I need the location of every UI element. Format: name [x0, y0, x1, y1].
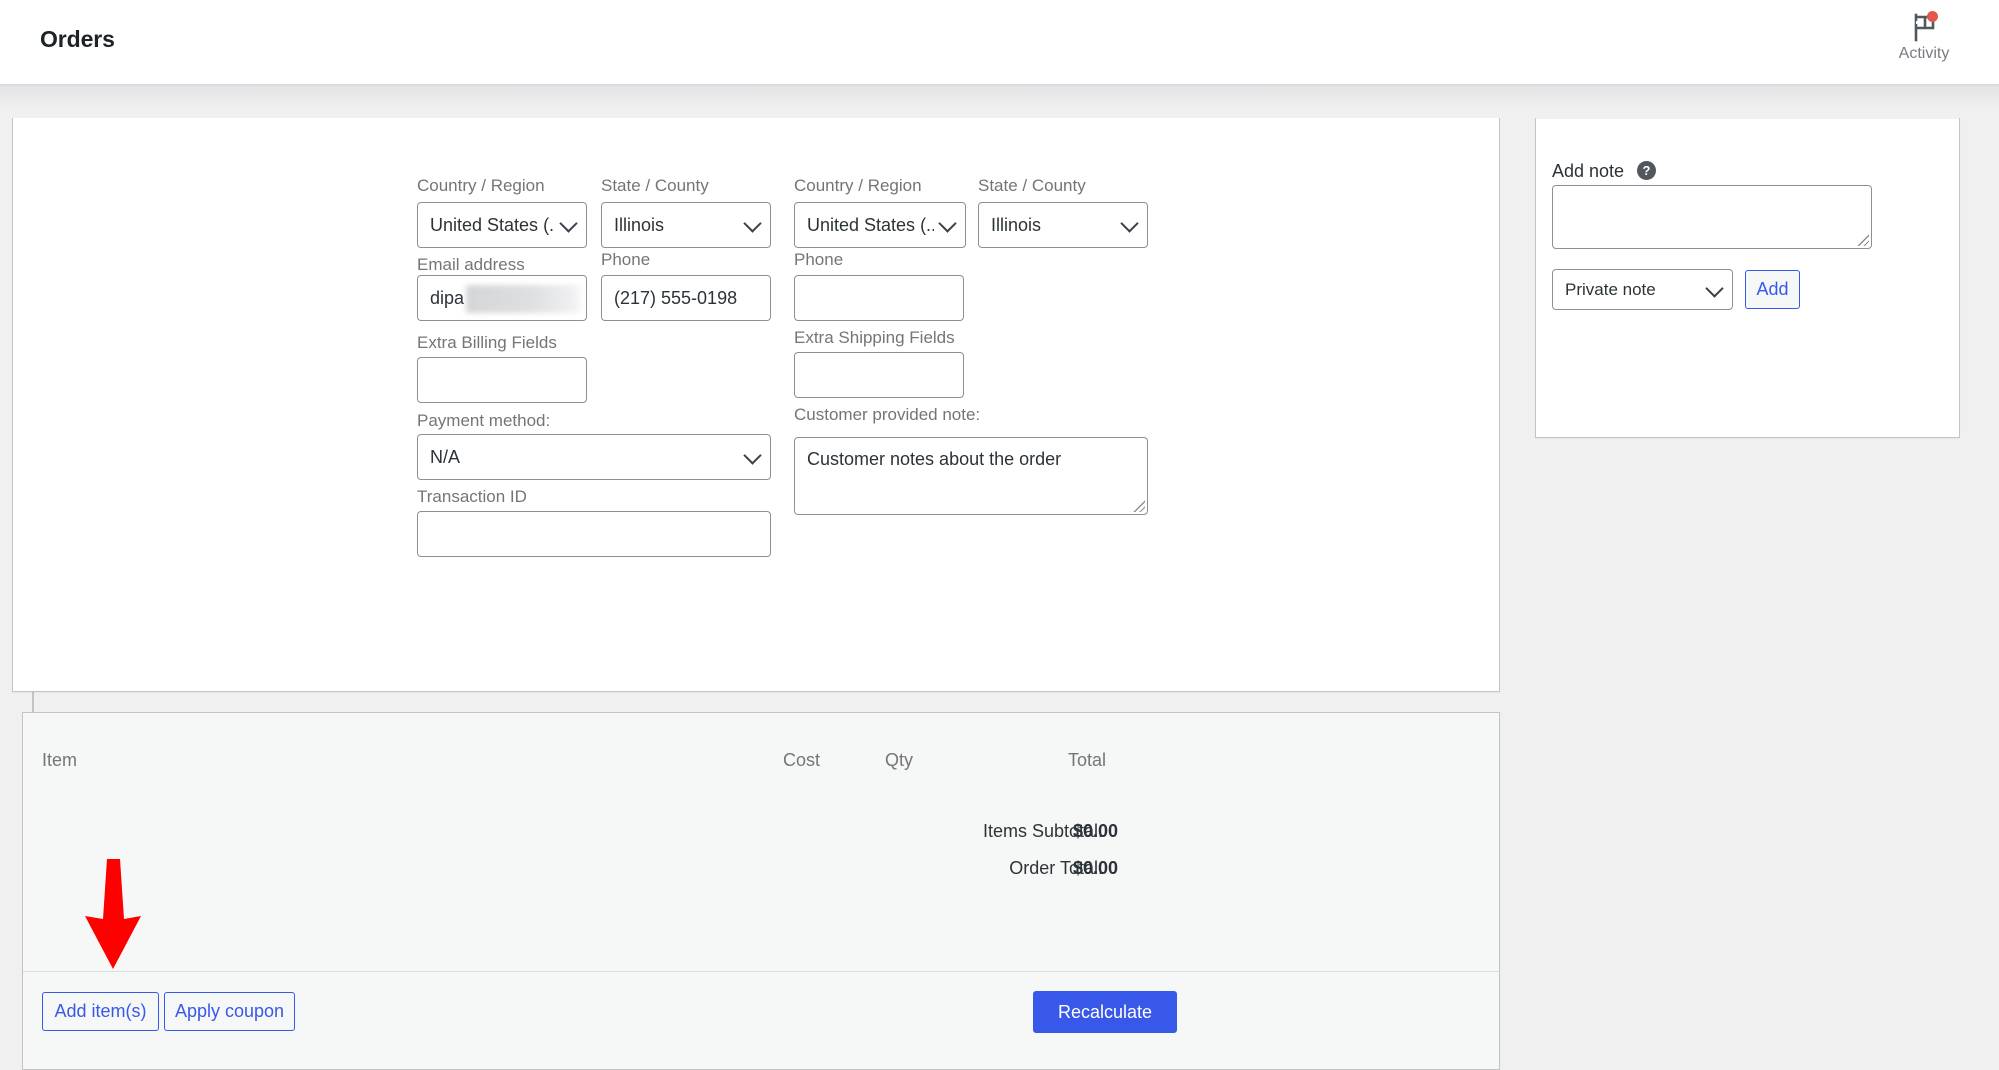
billing-extra-fields-input[interactable] [417, 357, 587, 403]
note-type-select[interactable]: Private note [1552, 269, 1733, 310]
add-note-button[interactable]: Add [1745, 270, 1800, 309]
order-total-value: $0.00 [1072, 858, 1118, 878]
add-items-button[interactable]: Add item(s) [42, 992, 159, 1031]
billing-email-input[interactable]: dipa [417, 275, 587, 321]
resize-grip-icon[interactable] [1856, 233, 1869, 246]
shipping-phone-input[interactable] [794, 275, 964, 321]
redaction-overlay [466, 285, 584, 313]
shipping-extra-fields-label: Extra Shipping Fields [794, 328, 955, 347]
items-table-header: Item Cost Qty Total [23, 713, 1499, 785]
billing-state-value: Illinois [614, 214, 665, 235]
chevron-down-icon [559, 214, 578, 233]
billing-phone-value: (217) 555-0198 [614, 287, 738, 308]
payment-method-select[interactable]: N/A [417, 434, 771, 480]
chevron-down-icon [743, 214, 762, 233]
payment-method-label: Payment method: [417, 411, 551, 430]
app-header: Orders Activity [0, 0, 1999, 84]
chevron-down-icon [938, 214, 957, 233]
customer-note-value: Customer notes about the order [807, 449, 1062, 469]
page-title: Orders [40, 26, 115, 52]
activity-label: Activity [1898, 45, 1950, 62]
billing-state-select[interactable]: Illinois [601, 202, 771, 248]
chevron-down-icon [743, 446, 762, 465]
shipping-country-select[interactable]: United States (... [794, 202, 966, 248]
payment-method-value: N/A [430, 446, 461, 467]
flag-icon [1907, 10, 1941, 44]
help-icon[interactable]: ? [1637, 161, 1656, 180]
chevron-down-icon [1705, 278, 1724, 298]
shipping-extra-fields-input[interactable] [794, 352, 964, 398]
billing-country-value: United States (... [430, 214, 555, 235]
billing-extra-fields-label: Extra Billing Fields [417, 333, 557, 352]
order-data-card: Country / Region United States (... Stat… [12, 1, 1500, 692]
content-scroll-area: Country / Region United States (... Stat… [0, 0, 1999, 1070]
order-items-card: Item Cost Qty Total Items Subtotal: $0.0… [22, 712, 1500, 1070]
column-header-qty: Qty [885, 750, 914, 770]
transaction-id-label: Transaction ID [417, 487, 527, 506]
notification-dot [1927, 11, 1938, 22]
billing-phone-label: Phone [601, 250, 651, 269]
activity-button[interactable]: Activity [1869, 6, 1979, 78]
note-type-value: Private note [1565, 279, 1656, 299]
transaction-id-input[interactable] [417, 511, 771, 557]
customer-note-textarea[interactable]: Customer notes about the order [794, 437, 1148, 515]
items-table-footer: Add item(s) Apply coupon Recalculate [23, 971, 1499, 1069]
billing-country-select[interactable]: United States (... [417, 202, 587, 248]
billing-email-label: Email address [417, 255, 525, 274]
column-header-total: Total [1068, 750, 1107, 770]
recalculate-button[interactable]: Recalculate [1033, 991, 1177, 1033]
shipping-country-label: Country / Region [794, 176, 922, 195]
shipping-state-value: Illinois [991, 214, 1042, 235]
shipping-state-label: State / County [978, 176, 1086, 195]
billing-state-label: State / County [601, 176, 709, 195]
add-note-textarea[interactable] [1552, 185, 1872, 249]
chevron-down-icon [1120, 214, 1139, 233]
column-header-cost: Cost [783, 750, 821, 770]
add-note-label: Add note [1552, 161, 1625, 181]
billing-email-value: dipa [430, 287, 465, 308]
shipping-phone-label: Phone [794, 250, 844, 269]
items-subtotal-value: $0.00 [1072, 821, 1118, 841]
shipping-state-select[interactable]: Illinois [978, 202, 1148, 248]
items-table-body: Items Subtotal: $0.00 Order Total: $0.00 [23, 785, 1499, 971]
resize-grip-icon[interactable] [1132, 499, 1145, 512]
apply-coupon-button[interactable]: Apply coupon [164, 992, 295, 1031]
billing-phone-input[interactable]: (217) 555-0198 [601, 275, 771, 321]
shipping-country-value: United States (... [807, 214, 934, 235]
billing-country-label: Country / Region [417, 176, 545, 195]
customer-note-label: Customer provided note: [794, 405, 981, 424]
column-header-item: Item [42, 750, 78, 770]
